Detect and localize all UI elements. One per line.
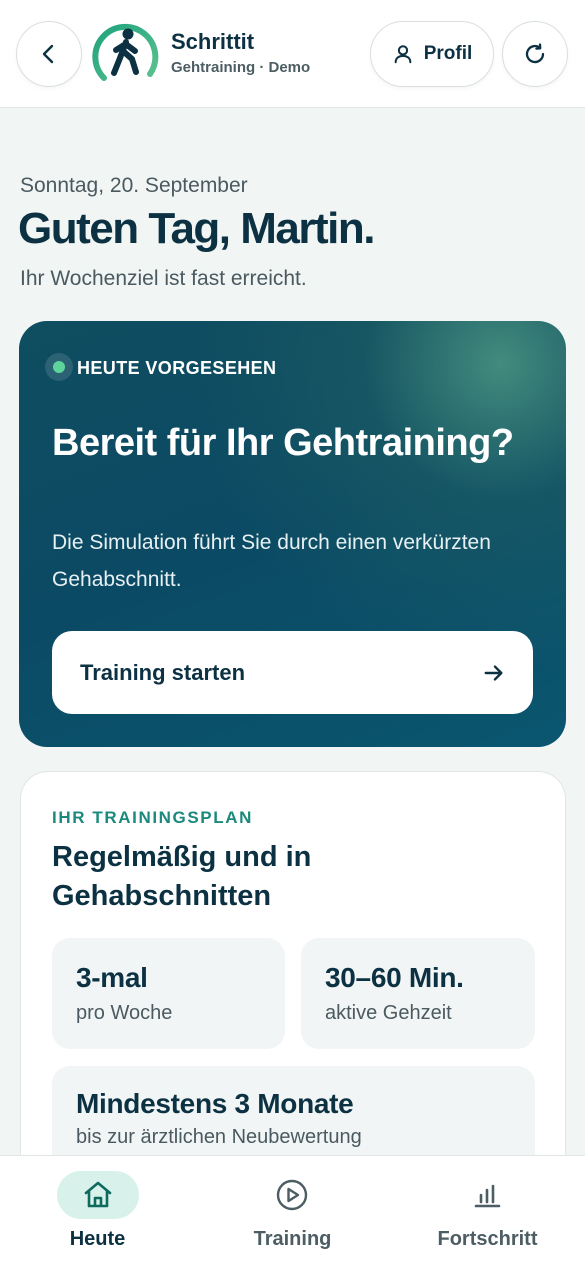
stat-value: 3-mal (76, 962, 148, 993)
home-icon (84, 1181, 112, 1208)
nav-item-heute[interactable]: Heute (0, 1156, 195, 1266)
stat-label: bis zur ärztlichen Neubewertung (76, 1126, 362, 1148)
profile-button[interactable]: Profil (370, 21, 494, 87)
nav-item-fortschritt[interactable]: Fortschritt (390, 1156, 585, 1266)
app-name: Schrittit (171, 29, 255, 54)
status-dot-icon (53, 361, 65, 373)
refresh-button[interactable] (502, 21, 568, 87)
refresh-icon (525, 43, 545, 64)
stat-value: Mindestens 3 Monate (76, 1088, 354, 1119)
current-date: Sonntag, 20. September (20, 174, 248, 197)
user-icon (394, 45, 412, 64)
greeting-title: Guten Tag, Martin. (18, 204, 375, 253)
plan-title: Regelmäßig und in Gehabschnitten (52, 841, 312, 912)
status-indicator (45, 353, 73, 381)
today-badge: HEUTE VORGESEHEN (77, 358, 277, 378)
stat-label: pro Woche (76, 1002, 173, 1024)
bar-chart-icon (474, 1184, 501, 1208)
today-training-card: HEUTE VORGESEHEN Bereit für Ihr Gehtrain… (19, 321, 566, 747)
arrow-right-icon (484, 664, 503, 681)
training-plan-card: IHR TRAININGSPLAN Regelmäßig und in Geha… (20, 771, 566, 1191)
weekly-goal-status: Ihr Wochenziel ist fast erreicht. (20, 267, 307, 290)
back-button[interactable] (16, 21, 82, 87)
nav-label-heute: Heute (69, 1228, 126, 1250)
nav-label-training: Training (253, 1228, 332, 1250)
app-header: Schrittit Gehtraining · Demo Profil (0, 0, 585, 108)
nav-item-training[interactable]: Training (195, 1156, 390, 1266)
app-subtitle: Gehtraining · Demo (171, 59, 311, 76)
plan-stat-duration: 30–60 Min. aktive Gehzeit (301, 938, 535, 1049)
today-card-description: Die Simulation führt Sie durch einen ver… (52, 531, 491, 591)
today-card-title: Bereit für Ihr Gehtraining? (52, 422, 514, 464)
plan-eyebrow: IHR TRAININGSPLAN (52, 808, 253, 827)
start-training-button[interactable]: Training starten (52, 631, 533, 714)
play-circle-icon (276, 1179, 308, 1211)
nav-label-fortschritt: Fortschritt (437, 1228, 538, 1250)
bottom-navigation: Heute Training Fortschritt (0, 1155, 585, 1266)
start-training-label: Training starten (80, 659, 246, 685)
chevron-left-icon (42, 44, 54, 64)
stat-label: aktive Gehzeit (325, 1002, 452, 1024)
stat-value: 30–60 Min. (325, 962, 464, 993)
plan-stat-frequency: 3-mal pro Woche (52, 938, 285, 1049)
walking-person-logo-icon (92, 23, 159, 81)
profile-label: Profil (423, 43, 473, 64)
